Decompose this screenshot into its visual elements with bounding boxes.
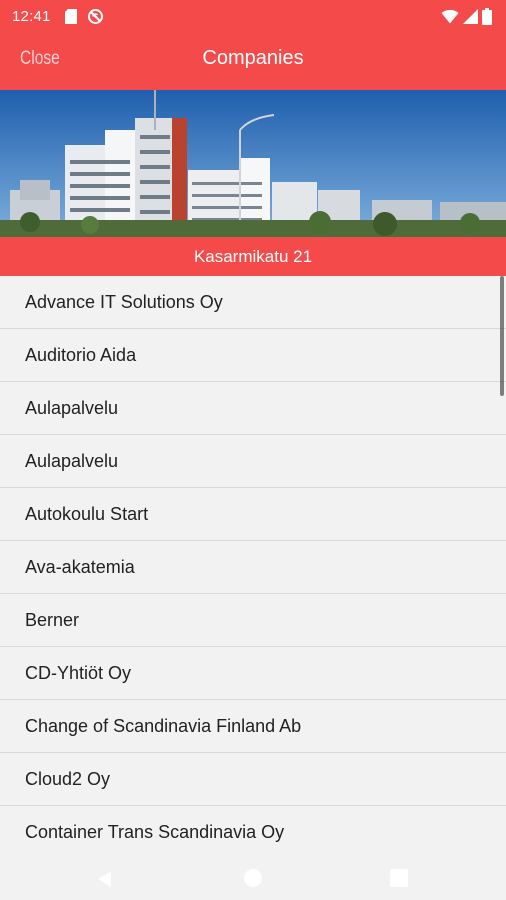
list-item[interactable]: Ava-akatemia	[0, 541, 506, 594]
list-item[interactable]: Container Trans Scandinavia Oy	[0, 806, 506, 856]
status-left-icons	[64, 8, 104, 25]
list-item[interactable]: Cloud2 Oy	[0, 753, 506, 806]
back-icon[interactable]	[96, 870, 114, 893]
company-list: Advance IT Solutions Oy Auditorio Aida A…	[0, 276, 506, 856]
list-item[interactable]: Advance IT Solutions Oy	[0, 276, 506, 329]
signal-icon	[463, 8, 478, 24]
status-right-icons	[441, 7, 492, 25]
list-item[interactable]: Autokoulu Start	[0, 488, 506, 541]
address-banner: Kasarmikatu 21	[0, 237, 506, 276]
screen: 12:41 Close Companies Kasarmikatu 21 Adv…	[0, 0, 506, 900]
sd-card-icon	[64, 8, 77, 24]
list-item[interactable]: Aulapalvelu	[0, 435, 506, 488]
list-item[interactable]: CD-Yhtiöt Oy	[0, 647, 506, 700]
list-item[interactable]: Aulapalvelu	[0, 382, 506, 435]
navigation-bar	[0, 856, 506, 900]
recent-apps-icon[interactable]	[390, 869, 408, 887]
status-bar: 12:41	[0, 0, 506, 32]
building-photo	[0, 90, 506, 237]
scrollbar[interactable]	[500, 276, 504, 396]
battery-icon	[482, 7, 492, 25]
list-item[interactable]: Auditorio Aida	[0, 329, 506, 382]
wifi-icon	[441, 9, 459, 24]
page-title: Companies	[202, 47, 304, 69]
home-icon[interactable]	[244, 869, 262, 887]
no-sync-icon	[87, 8, 104, 25]
list-item[interactable]: Berner	[0, 594, 506, 647]
status-time: 12:41	[12, 7, 51, 25]
list-item[interactable]: Change of Scandinavia Finland Ab	[0, 700, 506, 753]
app-bar: Close Companies	[0, 32, 506, 90]
